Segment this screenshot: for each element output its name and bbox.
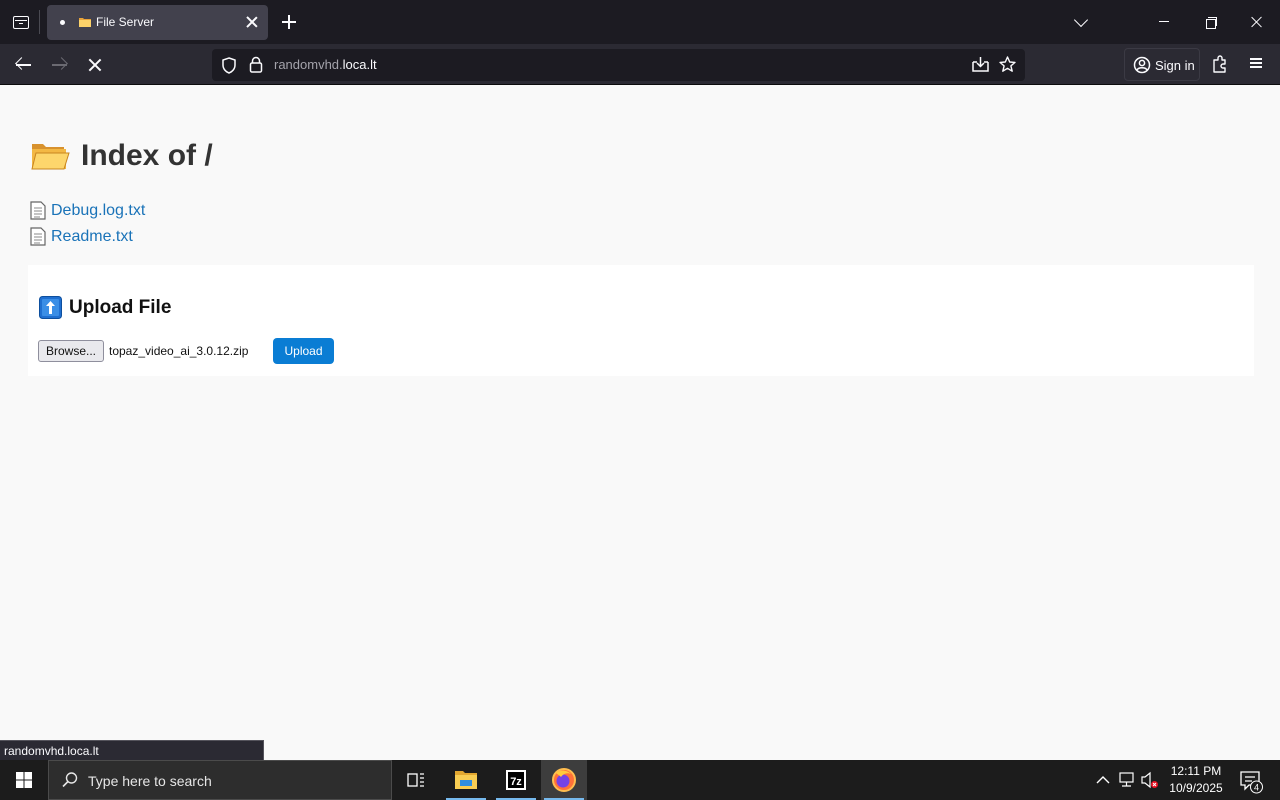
window-restore-button[interactable] [1201,12,1221,32]
page-content: Index of / Debug.log.txt Readme.txt Uplo… [0,85,1280,760]
page-heading: Index of / [30,139,213,173]
new-tab-button[interactable] [280,13,298,31]
7zip-taskbar-button[interactable]: 7z [493,760,539,800]
file-list-item: Debug.log.txt [30,201,145,220]
document-icon [30,201,46,220]
tab-file-server[interactable]: File Server [47,5,268,40]
upload-heading: Upload File [39,296,171,319]
upload-title: Upload File [69,296,172,318]
document-icon [30,227,46,246]
back-button[interactable] [13,54,35,76]
network-tray-button[interactable] [1117,760,1137,800]
file-link-readme[interactable]: Readme.txt [51,228,133,246]
forward-button[interactable] [49,54,71,76]
sign-in-button[interactable]: Sign in [1124,48,1200,81]
tab-strip: File Server [0,0,1280,44]
tab-title: File Server [96,15,155,29]
search-placeholder: Type here to search [88,773,212,789]
tab-separator [39,10,40,34]
open-folder-icon [31,144,70,170]
volume-muted-icon [1141,771,1158,789]
windows-logo-icon [16,772,32,788]
status-url-tooltip: randomvhd.loca.lt [0,740,264,760]
file-link-debug-log[interactable]: Debug.log.txt [51,202,145,220]
lock-icon[interactable] [249,56,263,73]
upload-button[interactable]: Upload [273,338,334,364]
notification-count: 4 [1254,783,1259,793]
clock-time: 12:11 PM [1170,764,1222,778]
list-all-tabs-chevron-icon[interactable] [1072,12,1092,32]
upload-panel: Upload File Browse... topaz_video_ai_3.0… [28,265,1254,376]
url-text[interactable]: randomvhd.loca.lt [274,57,377,72]
window-close-button[interactable] [1247,12,1267,32]
page-title: Index of / [81,139,213,172]
7zip-icon: 7z [506,770,526,790]
action-center-button[interactable]: 4 [1236,760,1270,800]
chevron-up-icon [1096,776,1110,784]
tab-close-icon[interactable] [244,14,260,30]
taskbar: Type here to search 7z 12:11 PM 10/9/202… [0,760,1280,800]
bookmark-star-icon[interactable] [998,55,1017,74]
loading-indicator-icon [60,20,65,25]
show-hidden-icons-button[interactable] [1093,760,1113,800]
selected-file-name: topaz_video_ai_3.0.12.zip [109,344,249,358]
save-to-pocket-download-icon[interactable] [971,55,990,74]
file-list-item: Readme.txt [30,227,133,246]
hamburger-menu-icon[interactable] [1248,56,1264,70]
firefox-view-button[interactable] [8,8,34,36]
firefox-icon [552,768,576,792]
account-icon [1133,56,1151,74]
taskbar-search-box[interactable]: Type here to search [48,760,392,800]
notification-icon: 4 [1240,771,1263,794]
clock-date: 10/9/2025 [1169,781,1223,795]
tab-favicon-folder-icon [79,18,91,27]
stop-loading-button[interactable] [84,54,106,76]
up-arrow-icon [39,296,62,319]
extensions-puzzle-icon[interactable] [1211,54,1229,74]
volume-tray-button[interactable] [1140,760,1160,800]
firefox-taskbar-button[interactable] [541,760,587,800]
firefox-view-icon [13,15,29,29]
tracking-protection-shield-icon[interactable] [221,57,237,74]
file-explorer-icon [455,771,477,789]
window-minimize-button[interactable] [1154,12,1174,32]
taskbar-clock[interactable]: 12:11 PM 10/9/2025 [1164,763,1228,797]
task-view-icon [407,773,424,787]
file-explorer-taskbar-button[interactable] [443,760,489,800]
svg-text:7z: 7z [510,776,522,788]
address-bar[interactable]: randomvhd.loca.lt [212,49,1025,81]
network-icon [1119,772,1134,787]
navigation-toolbar: randomvhd.loca.lt Sign in [0,44,1280,85]
start-button[interactable] [0,760,48,800]
browse-button[interactable]: Browse... [38,340,104,362]
url-domain: loca.lt [342,57,377,72]
url-subdomain: randomvhd. [274,57,343,72]
task-view-button[interactable] [393,760,439,800]
search-icon [62,772,78,788]
sign-in-label: Sign in [1155,58,1195,73]
